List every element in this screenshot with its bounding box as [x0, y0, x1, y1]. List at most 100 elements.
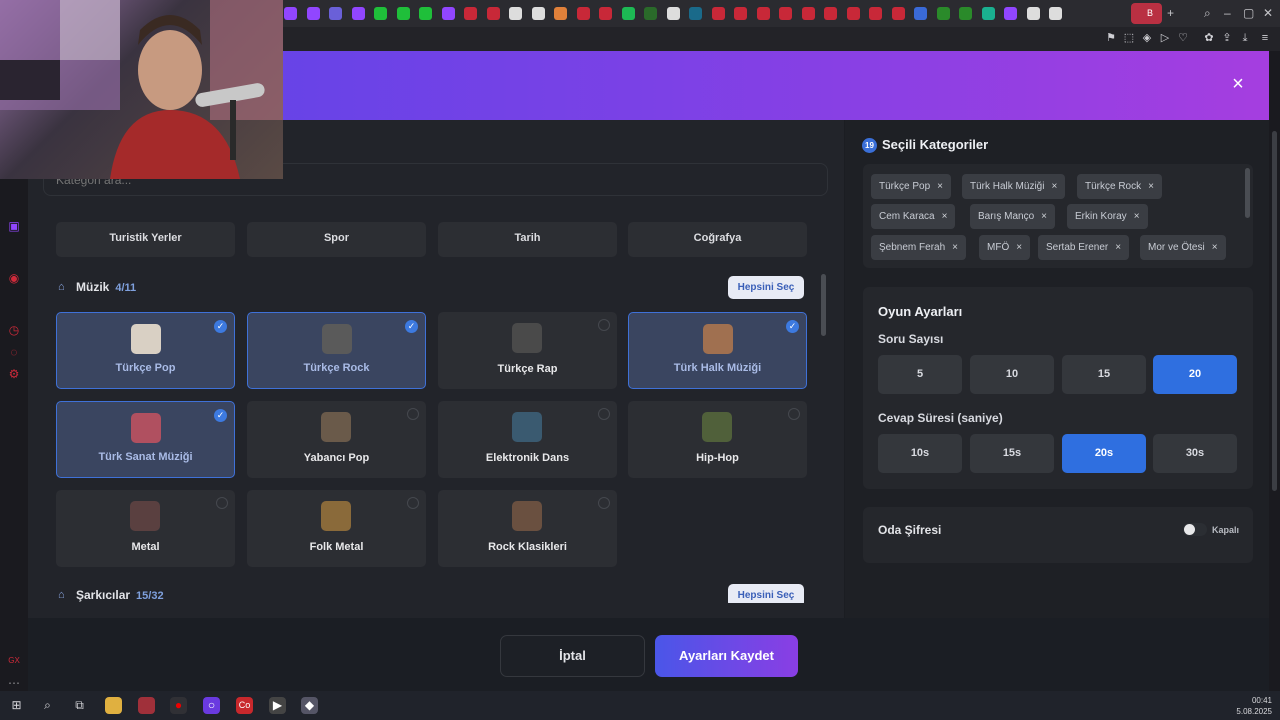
remove-tag-icon[interactable]: ×	[1134, 211, 1140, 222]
category-card[interactable]: Spor	[247, 222, 426, 257]
checkmark-icon[interactable]: ✓	[214, 409, 227, 422]
tab-favicon-icon[interactable]	[846, 7, 860, 20]
more-icon[interactable]: ⋯	[6, 675, 22, 691]
question-count-option-15[interactable]: 15	[1062, 355, 1146, 394]
tab-favicon-icon[interactable]	[441, 7, 455, 20]
search-taskbar-icon[interactable]: ⌕	[39, 697, 56, 714]
category-card[interactable]: Yabancı Pop	[247, 401, 426, 478]
start-icon[interactable]: ⊞	[8, 697, 25, 714]
crop-icon[interactable]: ⬚	[1122, 31, 1136, 45]
unchecked-radio-icon[interactable]	[598, 408, 610, 420]
remove-tag-icon[interactable]: ×	[1041, 211, 1047, 222]
remove-tag-icon[interactable]: ×	[1212, 242, 1218, 253]
checkmark-icon[interactable]: ✓	[214, 320, 227, 333]
shield-icon[interactable]: ◈	[1140, 31, 1154, 45]
category-card[interactable]: Turistik Yerler	[56, 222, 235, 257]
twitch-icon[interactable]: ▣	[6, 218, 22, 234]
maximize-icon[interactable]: ▢	[1243, 6, 1254, 20]
tab-favicon-icon[interactable]	[531, 7, 545, 20]
category-card[interactable]: Türk Sanat Müziği ✓	[56, 401, 235, 478]
tab-favicon-icon[interactable]	[959, 7, 972, 20]
tab-favicon-icon[interactable]	[284, 7, 297, 20]
tab-favicon-icon[interactable]	[689, 7, 702, 20]
tab-favicon-icon[interactable]	[1049, 7, 1062, 20]
category-card[interactable]: Coğrafya	[628, 222, 807, 257]
category-card[interactable]: Türkçe Rock ✓	[247, 312, 426, 389]
heart-icon[interactable]: ♡	[1176, 31, 1190, 45]
remove-tag-icon[interactable]: ×	[1051, 181, 1057, 192]
category-card[interactable]: Tarih	[438, 222, 617, 257]
page-scrollbar[interactable]	[1269, 51, 1280, 691]
tab-favicon-icon[interactable]	[1004, 7, 1017, 20]
question-count-option-5[interactable]: 5	[878, 355, 962, 394]
tab-favicon-icon[interactable]	[981, 7, 995, 20]
answer-time-option-10s[interactable]: 10s	[878, 434, 962, 473]
unchecked-radio-icon[interactable]	[598, 319, 610, 331]
tab-favicon-icon[interactable]	[711, 7, 725, 20]
music-select-all-button[interactable]: Hepsini Seç	[728, 276, 804, 299]
remove-tag-icon[interactable]: ×	[937, 181, 943, 192]
category-card[interactable]: Türk Halk Müziği ✓	[628, 312, 807, 389]
singers-select-all-button[interactable]: Hepsini Seç	[728, 584, 804, 603]
play-icon[interactable]: ▷	[1158, 31, 1172, 45]
download-icon[interactable]: ⤓	[1238, 31, 1252, 45]
tab-favicon-icon[interactable]	[486, 7, 500, 20]
tab-favicon-icon[interactable]	[914, 7, 927, 20]
checkmark-icon[interactable]: ✓	[405, 320, 418, 333]
active-tab[interactable]: B	[1131, 3, 1162, 24]
tab-favicon-icon[interactable]	[599, 7, 612, 20]
tab-favicon-icon[interactable]	[554, 7, 567, 20]
remove-tag-icon[interactable]: ×	[942, 211, 948, 222]
category-card[interactable]: Rock Klasikleri	[438, 490, 617, 567]
answer-time-option-20s[interactable]: 20s	[1062, 434, 1146, 473]
gx-icon[interactable]: GX	[6, 653, 22, 669]
category-card[interactable]: Folk Metal	[247, 490, 426, 567]
extensions-icon[interactable]: ✿	[1202, 31, 1216, 45]
unchecked-radio-icon[interactable]	[407, 408, 419, 420]
tab-favicon-icon[interactable]	[621, 7, 635, 20]
share-icon[interactable]: ⇪	[1220, 31, 1234, 45]
tab-favicon-icon[interactable]	[576, 7, 590, 20]
category-card[interactable]: Metal	[56, 490, 235, 567]
new-tab-icon[interactable]: +	[1167, 6, 1174, 20]
file-explorer-icon[interactable]	[105, 697, 122, 714]
media-player-icon[interactable]: ▶	[269, 697, 286, 714]
tab-favicon-icon[interactable]	[869, 7, 882, 20]
tags-scrollbar[interactable]	[1245, 168, 1250, 218]
tab-favicon-icon[interactable]	[306, 7, 320, 20]
tab-favicon-icon[interactable]	[374, 7, 387, 20]
tab-favicon-icon[interactable]	[509, 7, 522, 20]
tab-favicon-icon[interactable]	[329, 7, 342, 20]
checkmark-icon[interactable]: ✓	[786, 320, 799, 333]
category-card[interactable]: Türkçe Rap	[438, 312, 617, 389]
pin-icon[interactable]: ⚑	[1104, 31, 1118, 45]
category-card[interactable]: Hip-Hop	[628, 401, 807, 478]
search-icon[interactable]: ⌕	[1204, 6, 1211, 21]
category-scrollbar[interactable]	[818, 222, 828, 602]
page-scroll-thumb[interactable]	[1272, 131, 1277, 491]
clock-icon[interactable]: ◷	[6, 322, 22, 338]
tab-favicon-icon[interactable]	[756, 7, 770, 20]
unchecked-radio-icon[interactable]	[598, 497, 610, 509]
remove-tag-icon[interactable]: ×	[1016, 242, 1022, 253]
close-icon[interactable]: ×	[1227, 73, 1249, 95]
menu-icon[interactable]: ≡	[1258, 31, 1272, 45]
settings-gear-icon[interactable]: ⚙	[6, 366, 22, 382]
window-close-icon[interactable]: ✕	[1263, 6, 1273, 20]
tab-favicon-icon[interactable]	[936, 7, 950, 20]
tab-favicon-icon[interactable]	[891, 7, 905, 20]
tab-favicon-icon[interactable]	[419, 7, 432, 20]
chat-icon[interactable]: ◌	[6, 344, 22, 360]
category-card[interactable]: Elektronik Dans	[438, 401, 617, 478]
tab-favicon-icon[interactable]	[396, 7, 410, 20]
tab-favicon-icon[interactable]	[779, 7, 792, 20]
unchecked-radio-icon[interactable]	[407, 497, 419, 509]
task-view-icon[interactable]: ⧉	[71, 697, 88, 714]
tab-favicon-icon[interactable]	[1026, 7, 1040, 20]
answer-time-option-15s[interactable]: 15s	[970, 434, 1054, 473]
app-icon[interactable]: Co	[236, 697, 253, 714]
password-toggle[interactable]	[1183, 523, 1207, 536]
tab-favicon-icon[interactable]	[801, 7, 815, 20]
shield-app-icon[interactable]: ◆	[301, 697, 318, 714]
tab-favicon-icon[interactable]	[351, 7, 365, 20]
